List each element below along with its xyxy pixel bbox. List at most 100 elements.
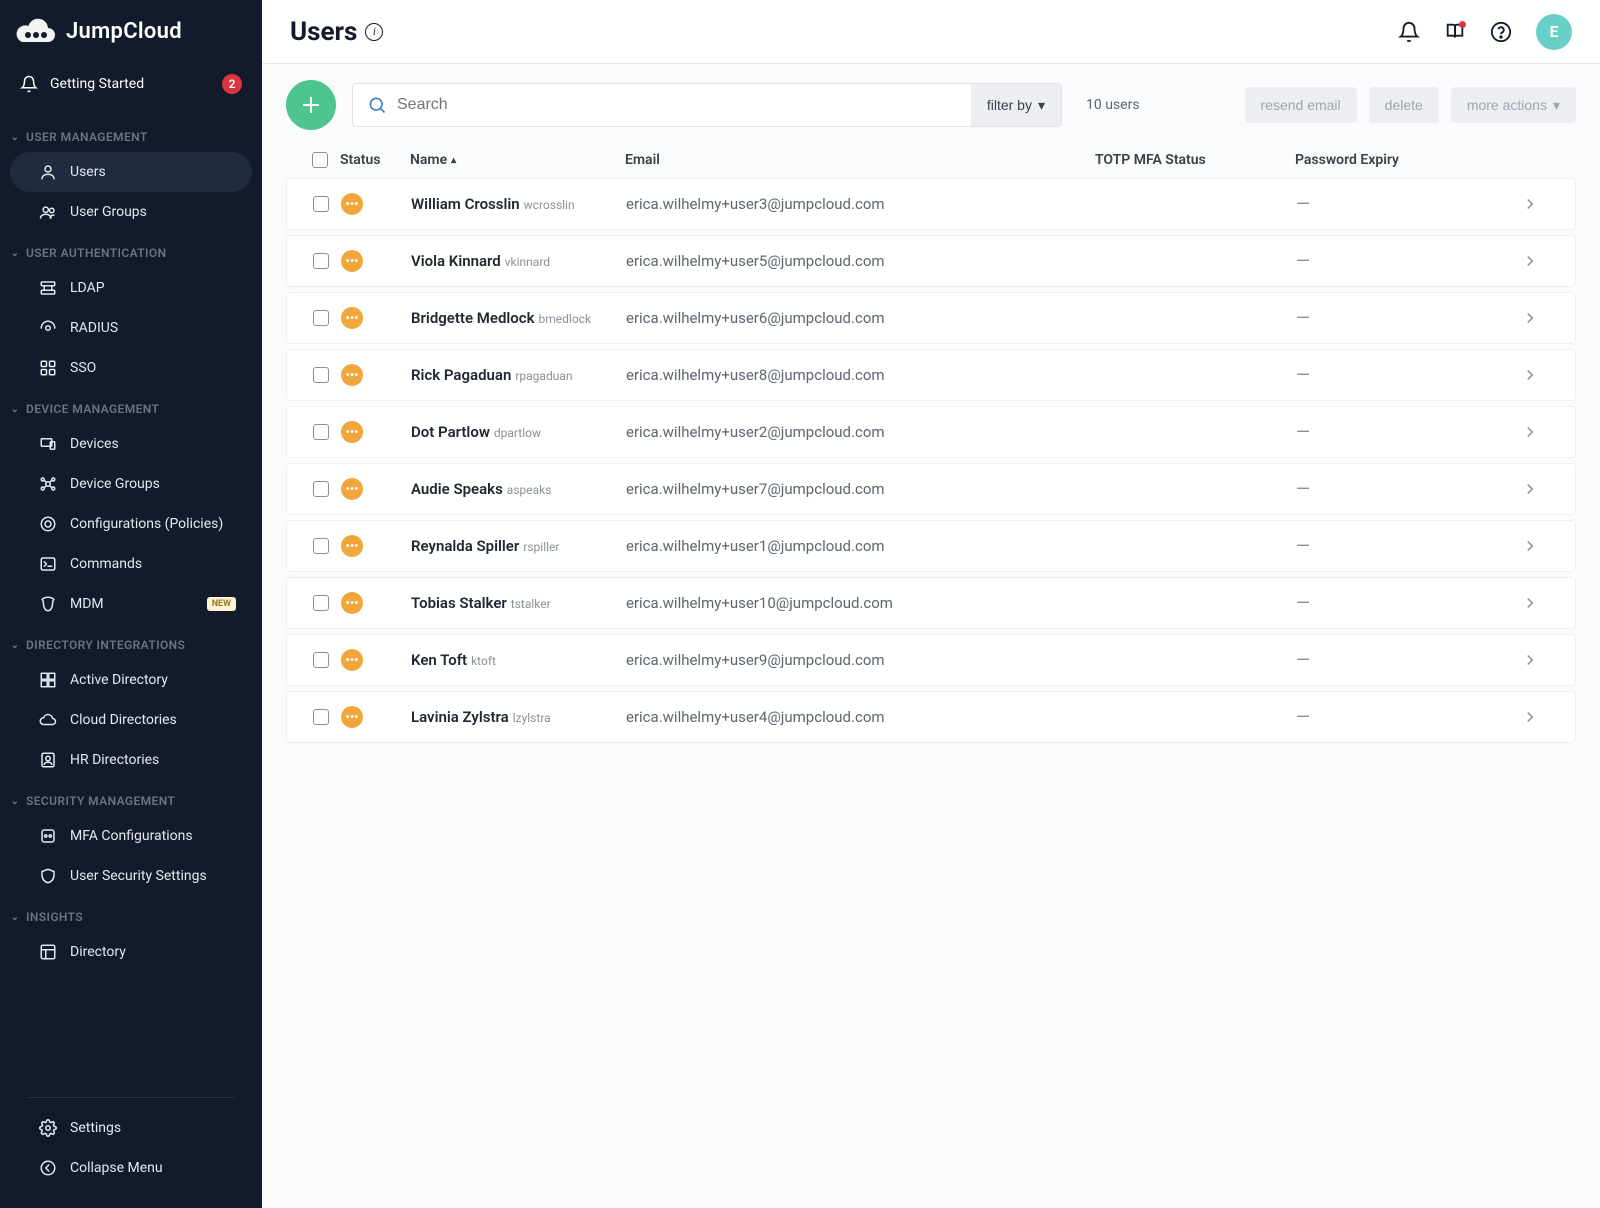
table-row[interactable]: •••Reynalda Spillerrspillererica.wilhelm…: [286, 520, 1576, 572]
sidebar-item-collapse-menu[interactable]: Collapse Menu: [10, 1148, 252, 1188]
sidebar-item-hr-directories[interactable]: HR Directories: [10, 740, 252, 780]
sidebar-item-user-groups[interactable]: User Groups: [10, 192, 252, 232]
topbar-icons: E: [1398, 14, 1572, 50]
user-fullname: Rick Pagaduan: [411, 366, 511, 384]
logo[interactable]: JumpCloud: [0, 0, 262, 54]
table-row[interactable]: •••Dot Partlowdpartlowerica.wilhelmy+use…: [286, 406, 1576, 458]
table-row[interactable]: •••Ken Toftktofterica.wilhelmy+user9@jum…: [286, 634, 1576, 686]
caret-down-icon: ⌄: [10, 248, 20, 259]
section-header[interactable]: ⌄DEVICE MANAGEMENT: [0, 388, 262, 424]
select-all-checkbox[interactable]: [312, 152, 328, 168]
getting-started-badge: 2: [222, 74, 242, 94]
sidebar-item-ldap[interactable]: LDAP: [10, 268, 252, 308]
user-username: vkinnard: [505, 255, 550, 269]
docs-icon[interactable]: [1444, 21, 1466, 43]
sidebar-getting-started[interactable]: Getting Started 2: [0, 60, 262, 108]
name-cell: Tobias Stalkertstalker: [411, 594, 626, 612]
sidebar-item-label: Commands: [70, 556, 142, 572]
row-checkbox[interactable]: [313, 310, 329, 326]
column-totp[interactable]: TOTP MFA Status: [1095, 152, 1295, 168]
chevron-right-icon: [1521, 309, 1561, 327]
notifications-icon[interactable]: [1398, 21, 1420, 43]
sidebar-item-device-groups[interactable]: Device Groups: [10, 464, 252, 504]
section-header[interactable]: ⌄USER AUTHENTICATION: [0, 232, 262, 268]
mfa-icon: [38, 826, 58, 846]
chevron-right-icon: [1521, 480, 1561, 498]
docs-notification-dot: [1459, 21, 1466, 28]
search-input[interactable]: [397, 96, 971, 114]
help-icon[interactable]: [1490, 21, 1512, 43]
sidebar-item-cloud-directories[interactable]: Cloud Directories: [10, 700, 252, 740]
sidebar-item-label: Configurations (Policies): [70, 516, 223, 532]
table-row[interactable]: •••Tobias Stalkertstalkererica.wilhelmy+…: [286, 577, 1576, 629]
user-email: erica.wilhelmy+user6@jumpcloud.com: [626, 309, 1096, 327]
row-checkbox[interactable]: [313, 709, 329, 725]
sidebar-item-label: Settings: [70, 1120, 121, 1136]
expiry-cell: —: [1296, 251, 1456, 272]
table-row[interactable]: •••Viola Kinnardvkinnarderica.wilhelmy+u…: [286, 235, 1576, 287]
sidebar-item-devices[interactable]: Devices: [10, 424, 252, 464]
user-email: erica.wilhelmy+user7@jumpcloud.com: [626, 480, 1096, 498]
row-checkbox[interactable]: [313, 595, 329, 611]
column-status[interactable]: Status: [340, 152, 410, 168]
user-username: rspiller: [523, 540, 559, 554]
status-pending-icon: •••: [341, 364, 363, 386]
sidebar-item-label: MDM: [70, 596, 104, 612]
sidebar-item-directory[interactable]: Directory: [10, 932, 252, 972]
table-row[interactable]: •••Lavinia Zylstralzylstraerica.wilhelmy…: [286, 691, 1576, 743]
sso-icon: [38, 358, 58, 378]
sidebar-item-label: Devices: [70, 436, 119, 452]
sidebar-item-configurations-policies-[interactable]: Configurations (Policies): [10, 504, 252, 544]
row-checkbox[interactable]: [313, 652, 329, 668]
more-actions-button[interactable]: more actions ▾: [1451, 87, 1576, 123]
sidebar-item-sso[interactable]: SSO: [10, 348, 252, 388]
section-header[interactable]: ⌄DIRECTORY INTEGRATIONS: [0, 624, 262, 660]
row-checkbox[interactable]: [313, 424, 329, 440]
sidebar-item-users[interactable]: Users: [10, 152, 252, 192]
column-name[interactable]: Name ▴: [410, 152, 625, 168]
user-avatar[interactable]: E: [1536, 14, 1572, 50]
commands-icon: [38, 554, 58, 574]
sidebar-item-label: HR Directories: [70, 752, 159, 768]
sidebar-item-mdm[interactable]: MDMNEW: [10, 584, 252, 624]
user-icon: [38, 162, 58, 182]
row-checkbox[interactable]: [313, 538, 329, 554]
row-checkbox[interactable]: [313, 253, 329, 269]
sidebar-item-active-directory[interactable]: Active Directory: [10, 660, 252, 700]
row-checkbox[interactable]: [313, 481, 329, 497]
table-row[interactable]: •••William Crosslinwcrosslinerica.wilhel…: [286, 178, 1576, 230]
collapse-icon: [38, 1158, 58, 1178]
row-checkbox[interactable]: [313, 367, 329, 383]
name-cell: Ken Toftktoft: [411, 651, 626, 669]
info-icon[interactable]: i: [365, 23, 383, 41]
sidebar-item-label: Cloud Directories: [70, 712, 177, 728]
row-checkbox[interactable]: [313, 196, 329, 212]
add-user-button[interactable]: [286, 80, 336, 130]
content: filter by ▾ 10 users resend email delete…: [262, 64, 1600, 1208]
filter-by-button[interactable]: filter by ▾: [971, 84, 1061, 126]
sidebar-item-user-security-settings[interactable]: User Security Settings: [10, 856, 252, 896]
table-row[interactable]: •••Bridgette Medlockbmedlockerica.wilhel…: [286, 292, 1576, 344]
resend-email-button[interactable]: resend email: [1245, 87, 1357, 123]
section-header[interactable]: ⌄SECURITY MANAGEMENT: [0, 780, 262, 816]
sidebar-item-commands[interactable]: Commands: [10, 544, 252, 584]
chevron-right-icon: [1521, 366, 1561, 384]
sidebar-item-settings[interactable]: Settings: [10, 1108, 252, 1148]
table-row[interactable]: •••Audie Speaksaspeakserica.wilhelmy+use…: [286, 463, 1576, 515]
chevron-right-icon: [1521, 252, 1561, 270]
expiry-cell: —: [1296, 536, 1456, 557]
section-header[interactable]: ⌄INSIGHTS: [0, 896, 262, 932]
sidebar-item-radius[interactable]: RADIUS: [10, 308, 252, 348]
delete-button[interactable]: delete: [1369, 87, 1439, 123]
table-body: •••William Crosslinwcrosslinerica.wilhel…: [286, 178, 1576, 743]
column-expiry[interactable]: Password Expiry: [1295, 152, 1455, 168]
name-cell: Dot Partlowdpartlow: [411, 423, 626, 441]
sidebar-item-mfa-configurations[interactable]: MFA Configurations: [10, 816, 252, 856]
table-row[interactable]: •••Rick Pagaduanrpagaduanerica.wilhelmy+…: [286, 349, 1576, 401]
caret-down-icon: ⌄: [10, 640, 20, 651]
sidebar-item-label: Device Groups: [70, 476, 160, 492]
expiry-cell: —: [1296, 650, 1456, 671]
name-cell: Rick Pagaduanrpagaduan: [411, 366, 626, 384]
column-email[interactable]: Email: [625, 152, 1095, 168]
section-header[interactable]: ⌄USER MANAGEMENT: [0, 116, 262, 152]
